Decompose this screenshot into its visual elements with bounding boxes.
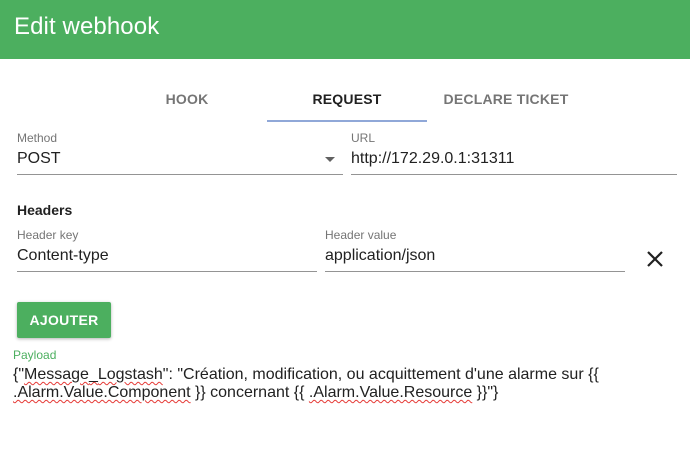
headers-heading: Headers bbox=[17, 202, 73, 218]
active-tab-indicator bbox=[267, 120, 427, 122]
header-value-field[interactable]: Header value application/json bbox=[325, 228, 625, 273]
header-key-label: Header key bbox=[17, 228, 79, 242]
payload-resource-var: .Alarm.Value.Resource bbox=[308, 384, 473, 401]
payload-label: Payload bbox=[13, 348, 57, 362]
header-value-underline bbox=[325, 271, 625, 272]
tab-request[interactable]: REQUEST bbox=[267, 80, 427, 122]
payload-component-var: .Alarm.Value.Component bbox=[13, 384, 191, 401]
payload-text-suffix: }}"} bbox=[472, 384, 499, 401]
chevron-down-icon[interactable] bbox=[325, 157, 335, 162]
add-header-button[interactable]: AJOUTER bbox=[17, 302, 111, 338]
close-icon[interactable] bbox=[644, 248, 666, 270]
header-value-value: application/json bbox=[325, 247, 436, 264]
payload-key-separator: _ bbox=[88, 366, 98, 383]
method-label: Method bbox=[17, 131, 58, 145]
tab-declare-ticket[interactable]: DECLARE TICKET bbox=[426, 80, 586, 122]
payload-textarea[interactable]: {"Message_Logstash": "Création, modifica… bbox=[13, 366, 673, 402]
url-underline bbox=[351, 174, 677, 175]
payload-text-prefix: {" bbox=[13, 366, 25, 383]
method-value: POST bbox=[17, 150, 61, 167]
payload-text-mid: ": "Création, modification, ou acquittem… bbox=[162, 366, 599, 383]
payload-key-part-a: Message bbox=[24, 366, 89, 383]
url-label: URL bbox=[351, 131, 376, 145]
header-value-label: Header value bbox=[325, 228, 397, 242]
payload-key-part-b: Logstash bbox=[97, 366, 163, 383]
url-field[interactable]: URL http://172.29.0.1:31311 bbox=[351, 131, 677, 176]
header-key-value: Content-type bbox=[17, 247, 109, 264]
tab-hook[interactable]: HOOK bbox=[107, 80, 267, 122]
header-key-underline bbox=[17, 271, 317, 272]
tab-bar: HOOK REQUEST DECLARE TICKET bbox=[0, 80, 690, 124]
method-underline bbox=[17, 174, 343, 175]
title-bar: Edit webhook bbox=[0, 0, 690, 59]
payload-text-mid2: }} concernant {{ bbox=[190, 384, 309, 401]
header-key-field[interactable]: Header key Content-type bbox=[17, 228, 317, 273]
dialog-title: Edit webhook bbox=[14, 13, 160, 40]
method-select[interactable]: Method POST bbox=[17, 131, 343, 176]
url-value: http://172.29.0.1:31311 bbox=[351, 150, 515, 167]
